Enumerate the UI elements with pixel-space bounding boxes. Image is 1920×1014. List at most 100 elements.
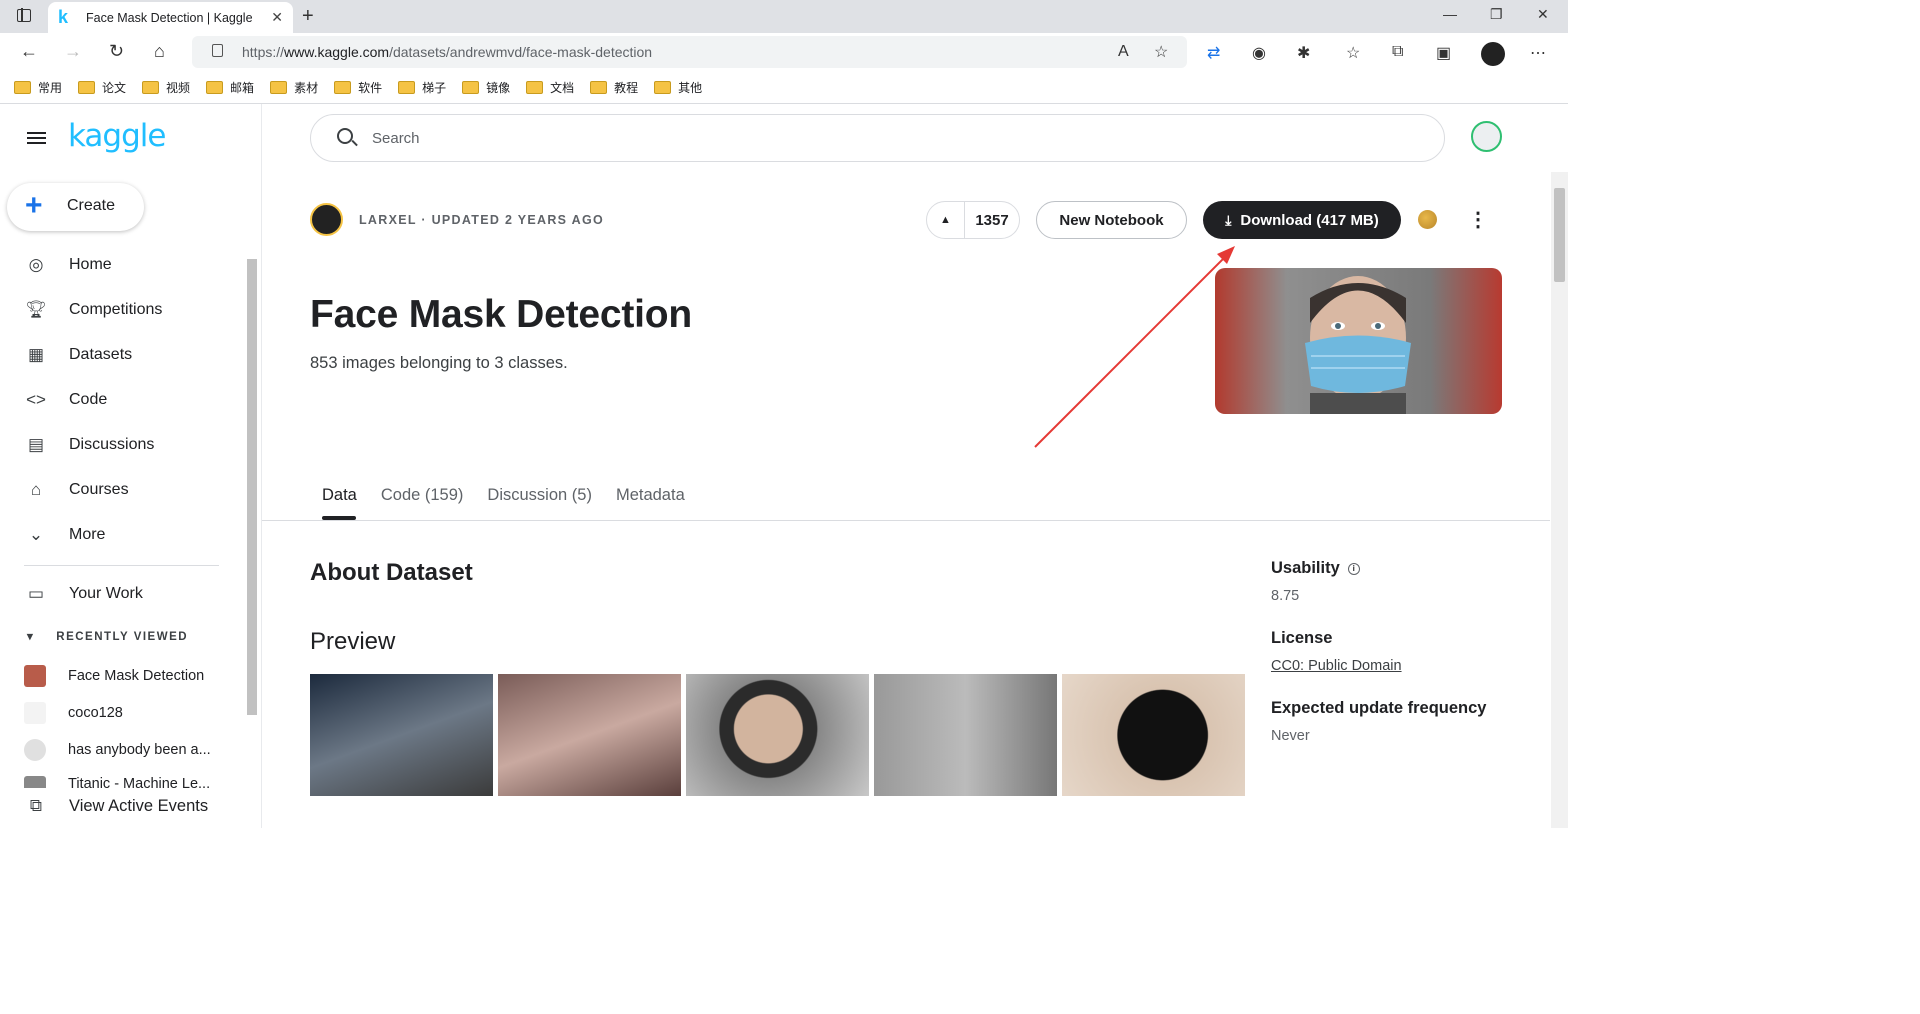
tab-data[interactable]: Data: [310, 484, 369, 520]
usability-block: Usability i 8.75: [1271, 559, 1360, 604]
usability-value: 8.75: [1271, 588, 1300, 604]
refresh-icon[interactable]: ↻: [109, 41, 124, 62]
kaggle-logo[interactable]: kaggle: [68, 118, 166, 154]
recent-item[interactable]: coco128: [24, 702, 123, 724]
bookmark-folder[interactable]: 视频: [142, 79, 190, 96]
dataset-thumbnail: [24, 665, 46, 687]
back-icon[interactable]: ←: [20, 41, 38, 62]
sidebar-item-datasets[interactable]: ▦ Datasets: [0, 332, 244, 377]
page-title: Face Mask Detection: [310, 293, 693, 336]
page-scrollbar[interactable]: [1551, 172, 1568, 828]
info-icon[interactable]: i: [1347, 563, 1360, 575]
dataset-thumbnail: [24, 702, 46, 724]
recent-item[interactable]: Titanic - Machine Le...: [24, 776, 210, 788]
kaggle-sidebar: kaggle + Create ◎ Home 🏆︎ Competitions ▦ Da…: [0, 104, 262, 828]
bookmark-folder[interactable]: 文档: [526, 79, 574, 96]
preview-image[interactable]: [874, 674, 1057, 796]
compass-icon: ◎: [28, 254, 44, 274]
favorites-icon[interactable]: ☆: [1346, 43, 1360, 63]
settings-more-icon[interactable]: ⋯: [1530, 43, 1546, 63]
sidebar-item-code[interactable]: <> Code: [0, 377, 244, 422]
sidebar-item-competitions[interactable]: 🏆︎ Competitions: [0, 287, 244, 332]
more-options-icon[interactable]: ⋮: [1468, 207, 1488, 232]
sync-icon[interactable]: ⇄: [1207, 43, 1220, 63]
sidebar-scrollbar[interactable]: [244, 244, 260, 784]
bookmark-folder[interactable]: 软件: [334, 79, 382, 96]
bookmark-folder[interactable]: 邮箱: [206, 79, 254, 96]
new-tab-icon[interactable]: +: [302, 5, 314, 28]
vote-count[interactable]: 1357: [965, 212, 1019, 229]
author-meta: LARXEL · UPDATED 2 YEARS AGO: [359, 213, 604, 227]
folder-icon: [398, 80, 416, 94]
trophy-icon: 🏆︎: [25, 299, 47, 319]
bookmark-folder[interactable]: 其他: [654, 79, 702, 96]
search-input[interactable]: Search: [372, 130, 420, 147]
preview-gallery: [310, 674, 1250, 796]
window-close-icon[interactable]: ✕: [1537, 6, 1549, 23]
tab-metadata[interactable]: Metadata: [604, 484, 697, 520]
view-active-events-button[interactable]: ⧉ View Active Events: [24, 794, 208, 818]
restore-icon[interactable]: ❐: [1490, 6, 1503, 23]
tab-close-icon[interactable]: ✕: [271, 9, 283, 26]
profile-avatar[interactable]: [1481, 42, 1505, 66]
school-icon: ⌂: [30, 479, 42, 499]
user-avatar[interactable]: [1471, 121, 1502, 152]
menu-icon[interactable]: [27, 132, 46, 144]
bookmark-folder[interactable]: 论文: [78, 79, 126, 96]
forward-icon[interactable]: →: [64, 41, 82, 62]
browser-tab[interactable]: k Face Mask Detection | Kaggle ✕: [48, 2, 293, 33]
annotation-arrow: [1034, 246, 1235, 448]
preview-image[interactable]: [310, 674, 493, 796]
lock-icon: [212, 44, 223, 57]
preview-image[interactable]: [498, 674, 681, 796]
sidebar-toggle-icon[interactable]: ▣: [1436, 43, 1451, 63]
sidebar-scrollbar-thumb[interactable]: [247, 259, 257, 715]
code-icon: <>: [26, 389, 46, 409]
bookmark-folder[interactable]: 素材: [270, 79, 318, 96]
user-avatar-thumbnail: [24, 739, 46, 761]
plus-icon: +: [25, 189, 43, 222]
upvote-arrow-icon[interactable]: ▲: [927, 202, 965, 238]
sidebar-item-courses[interactable]: ⌂ Courses: [0, 467, 244, 512]
read-aloud-icon[interactable]: A: [1118, 43, 1129, 61]
tab-code[interactable]: Code (159): [369, 484, 476, 520]
page-scrollbar-thumb[interactable]: [1554, 188, 1565, 282]
recent-item[interactable]: Face Mask Detection: [24, 665, 204, 687]
sidebar-item-your-work[interactable]: ▭ Your Work: [24, 582, 143, 606]
add-favorite-icon[interactable]: ☆: [1154, 42, 1168, 62]
frequency-label: Expected update frequency: [1271, 699, 1487, 717]
create-button[interactable]: + Create: [7, 183, 144, 231]
preview-image[interactable]: [1062, 674, 1245, 796]
home-icon[interactable]: ⌂: [154, 41, 165, 62]
bookmark-folder[interactable]: 教程: [590, 79, 638, 96]
sidebar-nav: ◎ Home 🏆︎ Competitions ▦ Datasets <> Code ▤ D…: [0, 242, 244, 557]
license-link[interactable]: CC0: Public Domain: [1271, 658, 1402, 674]
bookmark-folder[interactable]: 常用: [14, 79, 62, 96]
search-bar[interactable]: Search: [310, 114, 1445, 162]
preview-image[interactable]: [686, 674, 869, 796]
new-notebook-button[interactable]: New Notebook: [1036, 201, 1187, 239]
bookmark-folder[interactable]: 梯子: [398, 79, 446, 96]
folder-icon: [78, 80, 96, 94]
sidebar-item-home[interactable]: ◎ Home: [0, 242, 244, 287]
tab-actions-icon[interactable]: [17, 8, 31, 22]
recently-viewed-heading[interactable]: RECENTLY VIEWED: [27, 629, 188, 643]
folder-icon: [270, 80, 288, 94]
sidebar-item-discussions[interactable]: ▤ Discussions: [0, 422, 244, 467]
folder-icon: [590, 80, 608, 94]
usability-label: Usability i: [1271, 559, 1360, 578]
extension-badge-icon[interactable]: ◉: [1252, 43, 1266, 63]
upvote-control: ▲ 1357: [926, 201, 1020, 239]
collections-icon[interactable]: ⧉: [1392, 43, 1403, 61]
minimize-icon[interactable]: —: [1443, 6, 1457, 22]
download-button[interactable]: ⤓ Download (417 MB): [1203, 201, 1401, 239]
tab-discussion[interactable]: Discussion (5): [475, 484, 604, 520]
sidebar-item-more[interactable]: ⌄ More: [0, 512, 244, 557]
extensions-icon[interactable]: ✱: [1297, 43, 1310, 63]
chevron-down-icon: ⌄: [28, 524, 44, 544]
dataset-tabs: Data Code (159) Discussion (5) Metadata: [310, 484, 721, 520]
bookmark-folder[interactable]: 镜像: [462, 79, 510, 96]
recent-item[interactable]: has anybody been a...: [24, 739, 211, 761]
author-avatar[interactable]: [310, 203, 343, 236]
address-bar[interactable]: https://www.kaggle.com/datasets/andrewmv…: [192, 36, 1187, 68]
